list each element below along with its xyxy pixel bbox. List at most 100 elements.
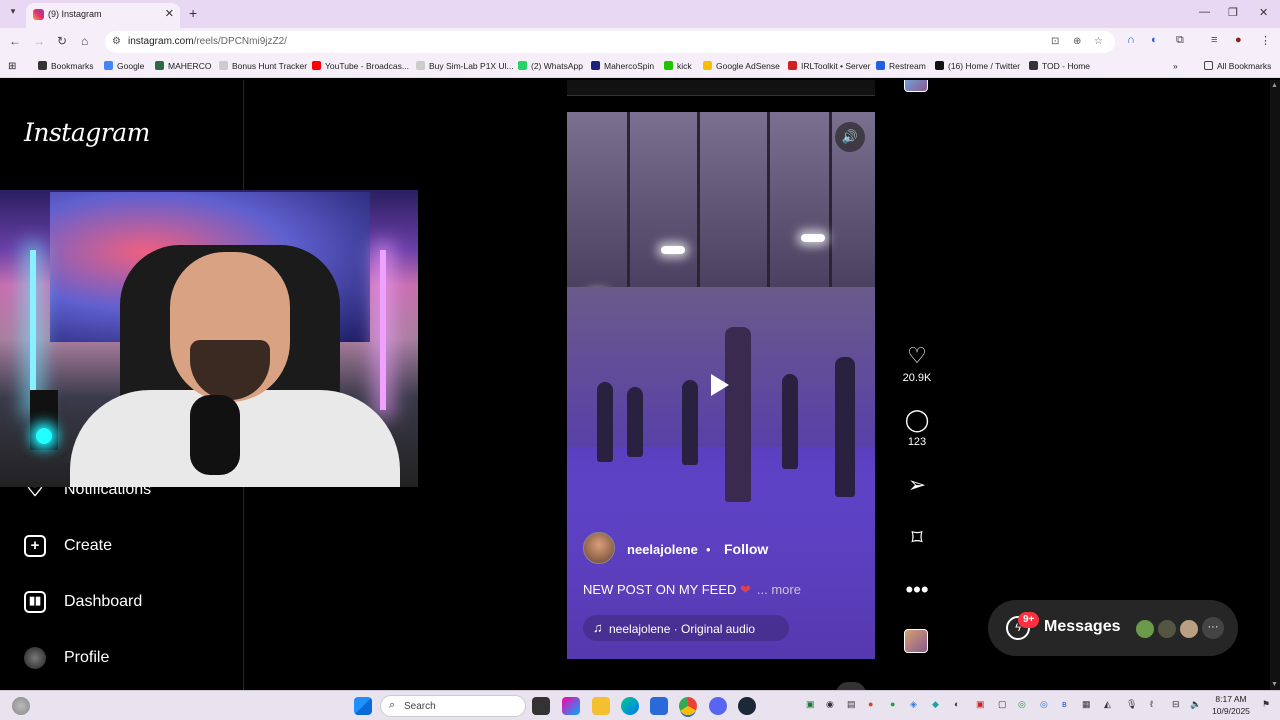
- scroll-down-icon[interactable]: ▼: [1271, 681, 1278, 688]
- bookmark-item[interactable]: (2) WhatsApp: [518, 61, 583, 71]
- bookmark-item[interactable]: Buy Sim-Lab P1X Ul...: [416, 61, 514, 71]
- tray-app-icon[interactable]: ●: [890, 699, 895, 709]
- reel-video[interactable]: 🔊 neelajolene • Follow NEW POST ON MY FE…: [567, 112, 875, 659]
- tray-app-icon[interactable]: ▢: [998, 699, 1007, 710]
- comment-button[interactable]: ◯ 123: [896, 408, 938, 449]
- volume-icon[interactable]: 🔊: [835, 122, 865, 152]
- share-button[interactable]: ➢: [896, 473, 938, 497]
- close-window-button[interactable]: ✕: [1259, 6, 1268, 19]
- more-bookmarks-chevron-icon[interactable]: »: [1173, 61, 1178, 71]
- tray-app-icon[interactable]: ◈: [910, 699, 917, 710]
- tray-app-icon[interactable]: ◎: [1040, 699, 1048, 710]
- language-icon[interactable]: ℓ: [1150, 699, 1153, 709]
- site-info-icon[interactable]: ⚙: [112, 36, 121, 47]
- widgets-icon[interactable]: [12, 697, 30, 715]
- more-options-button[interactable]: •••: [896, 578, 938, 602]
- bookmark-item[interactable]: MahercoSpin: [591, 61, 654, 71]
- profile-avatar-icon[interactable]: ●: [1235, 34, 1242, 46]
- bookmark-item[interactable]: Google: [104, 61, 144, 71]
- bookmark-item[interactable]: Bookmarks: [38, 61, 94, 71]
- page-icon: [219, 61, 228, 70]
- task-view-icon[interactable]: [532, 697, 550, 715]
- bookmark-item[interactable]: kick: [664, 61, 692, 71]
- like-button[interactable]: ♡ 20.9K: [896, 344, 938, 385]
- minimize-button[interactable]: —: [1199, 6, 1210, 18]
- tray-app-icon[interactable]: ◭: [1104, 699, 1111, 710]
- bookmark-star-icon[interactable]: ☆: [1094, 36, 1103, 47]
- file-explorer-icon[interactable]: [592, 697, 610, 715]
- author-username[interactable]: neelajolene: [627, 542, 698, 557]
- bookmark-item[interactable]: YouTube - Broadcas...: [312, 61, 409, 71]
- page-scrollbar[interactable]: ▲ ▼: [1270, 80, 1280, 690]
- maximize-button[interactable]: ❐: [1228, 6, 1238, 19]
- microphone-icon[interactable]: 🎙: [1126, 699, 1137, 710]
- tray-app-icon[interactable]: ◎: [1018, 699, 1026, 710]
- author-avatar[interactable]: [583, 532, 615, 564]
- original-audio-pill[interactable]: ♫ neelajolene · Original audio: [583, 615, 789, 641]
- extension-icon[interactable]: ∩: [1127, 34, 1135, 46]
- all-bookmarks-folder[interactable]: All Bookmarks: [1204, 61, 1271, 71]
- caption-more-link[interactable]: ... more: [757, 582, 801, 597]
- system-clock[interactable]: 8:17 AM 10/9/2025: [1208, 693, 1254, 717]
- notification-bell-icon[interactable]: ⚑: [1262, 699, 1270, 710]
- bookmark-icon: ⌑: [911, 525, 923, 550]
- instagram-logo[interactable]: Instagram: [24, 118, 150, 147]
- forward-button[interactable]: →: [33, 34, 45, 48]
- tray-app-icon[interactable]: ▣: [976, 699, 985, 710]
- bookmark-item[interactable]: IRLToolkit • Server: [788, 61, 870, 71]
- start-windows-icon[interactable]: [354, 697, 372, 715]
- copilot-icon[interactable]: [562, 697, 580, 715]
- tray-app-icon[interactable]: ●: [868, 699, 873, 709]
- bookmark-item[interactable]: Google AdSense: [703, 61, 780, 71]
- extension-icon[interactable]: ◐: [1151, 34, 1158, 46]
- bookmark-item[interactable]: Restream: [876, 61, 926, 71]
- tab-search-button[interactable]: ▾: [6, 6, 20, 20]
- browser-tab[interactable]: (9) Instagram ✕: [26, 3, 180, 28]
- apps-grid-icon[interactable]: ⊞: [8, 61, 16, 72]
- network-icon[interactable]: ⊟: [1172, 699, 1180, 710]
- menu-kebab-icon[interactable]: ⋮: [1260, 34, 1271, 47]
- install-app-icon[interactable]: ⊡: [1051, 36, 1059, 47]
- tray-app-icon[interactable]: ◐: [954, 699, 959, 709]
- tray-app-icon[interactable]: ◉: [826, 699, 834, 710]
- dancer: [725, 327, 751, 502]
- taskbar-search[interactable]: ⌕ Search: [380, 695, 526, 717]
- chrome-icon[interactable]: [679, 697, 697, 715]
- bookmark-item[interactable]: (16) Home / Twitter: [935, 61, 1020, 71]
- all-bookmarks-label: All Bookmarks: [1217, 61, 1272, 71]
- steam-icon[interactable]: [738, 697, 756, 715]
- bluetooth-icon[interactable]: ʙ: [1062, 699, 1067, 709]
- speaker-icon[interactable]: 🔈: [1190, 699, 1201, 710]
- tray-app-icon[interactable]: ◆: [932, 699, 939, 710]
- close-tab-icon[interactable]: ✕: [165, 7, 174, 20]
- play-icon[interactable]: [711, 374, 729, 396]
- bookmark-item[interactable]: TOD - Home: [1029, 61, 1090, 71]
- bookmark-item[interactable]: Bonus Hunt Tracker: [219, 61, 307, 71]
- home-button[interactable]: ⌂: [81, 34, 88, 48]
- ceiling-beam: [767, 112, 770, 287]
- discord-icon[interactable]: [709, 697, 727, 715]
- back-button[interactable]: ←: [9, 34, 21, 48]
- follow-button[interactable]: Follow: [724, 541, 768, 557]
- tray-app-icon[interactable]: ▣: [806, 699, 815, 710]
- tray-app-icon[interactable]: ▤: [847, 699, 856, 710]
- ceiling-beam: [829, 112, 832, 287]
- zoom-icon[interactable]: ⊕: [1073, 36, 1081, 47]
- extensions-puzzle-icon[interactable]: ⧉: [1176, 34, 1184, 47]
- edge-icon[interactable]: [621, 697, 639, 715]
- media-control-icon[interactable]: ≡: [1211, 34, 1217, 46]
- audio-thumbnail[interactable]: [904, 629, 928, 653]
- bookmark-item[interactable]: MAHERCO: [155, 61, 211, 71]
- tray-app-icon[interactable]: ▦: [1082, 699, 1091, 710]
- scroll-up-icon[interactable]: ▲: [1271, 82, 1278, 89]
- new-tab-button[interactable]: +: [189, 5, 197, 21]
- led-light-bar: [380, 250, 386, 410]
- reel-actions: ♡ 20.9K ◯ 123 ➢ ⌑ •••: [896, 80, 938, 690]
- maherco-icon: [155, 61, 164, 70]
- save-button[interactable]: ⌑: [896, 526, 938, 550]
- reload-button[interactable]: ↻: [57, 34, 67, 48]
- previous-audio-thumbnail[interactable]: [904, 80, 928, 92]
- messages-button[interactable]: ϟ 9+ Messages ···: [988, 600, 1238, 656]
- store-icon[interactable]: [650, 697, 668, 715]
- address-bar[interactable]: ⚙ instagram.com/reels/DPCNmi9jzZ2/ ⊡ ⊕ ☆: [105, 31, 1115, 53]
